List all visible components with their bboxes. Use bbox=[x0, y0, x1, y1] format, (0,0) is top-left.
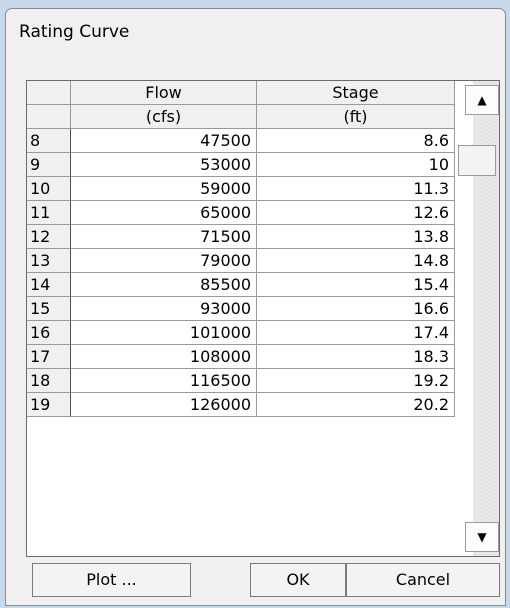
row-number-cell[interactable]: 19 bbox=[27, 393, 71, 417]
table-row[interactable]: 10 59000 11.3 bbox=[27, 177, 473, 201]
table-row[interactable]: 18 116500 19.2 bbox=[27, 369, 473, 393]
arrow-down-icon: ▼ bbox=[477, 530, 487, 544]
table-row[interactable]: 12 71500 13.8 bbox=[27, 225, 473, 249]
table-row[interactable]: 13 79000 14.8 bbox=[27, 249, 473, 273]
flow-cell[interactable]: 108000 bbox=[71, 345, 257, 369]
stage-cell[interactable]: 19.2 bbox=[257, 369, 455, 393]
plot-button[interactable]: Plot ... bbox=[32, 563, 191, 597]
scroll-up-button[interactable]: ▲ bbox=[465, 85, 499, 115]
stage-cell[interactable]: 13.8 bbox=[257, 225, 455, 249]
row-number-cell[interactable]: 11 bbox=[27, 201, 71, 225]
flow-cell[interactable]: 93000 bbox=[71, 297, 257, 321]
stage-cell[interactable]: 14.8 bbox=[257, 249, 455, 273]
flow-cell[interactable]: 101000 bbox=[71, 321, 257, 345]
table-row[interactable]: 19 126000 20.2 bbox=[27, 393, 473, 417]
scroll-down-button[interactable]: ▼ bbox=[465, 522, 499, 552]
corner-cell bbox=[27, 81, 71, 105]
stage-cell[interactable]: 10 bbox=[257, 153, 455, 177]
arrow-up-icon: ▲ bbox=[477, 93, 487, 107]
column-header-stage[interactable]: Stage bbox=[257, 81, 455, 105]
row-number-cell[interactable]: 16 bbox=[27, 321, 71, 345]
flow-cell[interactable]: 116500 bbox=[71, 369, 257, 393]
table-row[interactable]: 9 53000 10 bbox=[27, 153, 473, 177]
stage-cell[interactable]: 11.3 bbox=[257, 177, 455, 201]
row-number-cell[interactable]: 13 bbox=[27, 249, 71, 273]
header-row-units: (cfs) (ft) bbox=[27, 105, 473, 129]
column-unit-stage: (ft) bbox=[257, 105, 455, 129]
table-row[interactable]: 15 93000 16.6 bbox=[27, 297, 473, 321]
header-row-names: Flow Stage bbox=[27, 81, 473, 105]
row-number-cell[interactable]: 10 bbox=[27, 177, 71, 201]
table-grid: Flow Stage (cfs) (ft) 8 47500 8.6 9 53000 10 1… bbox=[27, 81, 473, 556]
stage-cell[interactable]: 18.3 bbox=[257, 345, 455, 369]
table-row[interactable]: 8 47500 8.6 bbox=[27, 129, 473, 153]
row-number-cell[interactable]: 14 bbox=[27, 273, 71, 297]
flow-cell[interactable]: 126000 bbox=[71, 393, 257, 417]
table-row[interactable]: 17 108000 18.3 bbox=[27, 345, 473, 369]
row-number-cell[interactable]: 9 bbox=[27, 153, 71, 177]
dialog-title: Rating Curve bbox=[19, 22, 130, 42]
stage-cell[interactable]: 17.4 bbox=[257, 321, 455, 345]
flow-cell[interactable]: 53000 bbox=[71, 153, 257, 177]
flow-cell[interactable]: 85500 bbox=[71, 273, 257, 297]
cancel-button[interactable]: Cancel bbox=[346, 563, 500, 597]
flow-cell[interactable]: 65000 bbox=[71, 201, 257, 225]
row-number-cell[interactable]: 15 bbox=[27, 297, 71, 321]
row-number-cell[interactable]: 18 bbox=[27, 369, 71, 393]
stage-cell[interactable]: 12.6 bbox=[257, 201, 455, 225]
flow-cell[interactable]: 79000 bbox=[71, 249, 257, 273]
flow-cell[interactable]: 71500 bbox=[71, 225, 257, 249]
flow-cell[interactable]: 47500 bbox=[71, 129, 257, 153]
stage-cell[interactable]: 8.6 bbox=[257, 129, 455, 153]
stage-cell[interactable]: 15.4 bbox=[257, 273, 455, 297]
table-row[interactable]: 11 65000 12.6 bbox=[27, 201, 473, 225]
row-number-cell[interactable]: 12 bbox=[27, 225, 71, 249]
corner-cell-units bbox=[27, 105, 71, 129]
rating-curve-table: Flow Stage (cfs) (ft) 8 47500 8.6 9 53000 10 1… bbox=[26, 80, 500, 557]
table-row[interactable]: 14 85500 15.4 bbox=[27, 273, 473, 297]
ok-button[interactable]: OK bbox=[250, 563, 346, 597]
column-unit-flow: (cfs) bbox=[71, 105, 257, 129]
row-number-cell[interactable]: 17 bbox=[27, 345, 71, 369]
column-header-flow[interactable]: Flow bbox=[71, 81, 257, 105]
stage-cell[interactable]: 20.2 bbox=[257, 393, 455, 417]
scrollbar-thumb[interactable] bbox=[458, 145, 496, 176]
stage-cell[interactable]: 16.6 bbox=[257, 297, 455, 321]
table-row[interactable]: 16 101000 17.4 bbox=[27, 321, 473, 345]
flow-cell[interactable]: 59000 bbox=[71, 177, 257, 201]
row-number-cell[interactable]: 8 bbox=[27, 129, 71, 153]
